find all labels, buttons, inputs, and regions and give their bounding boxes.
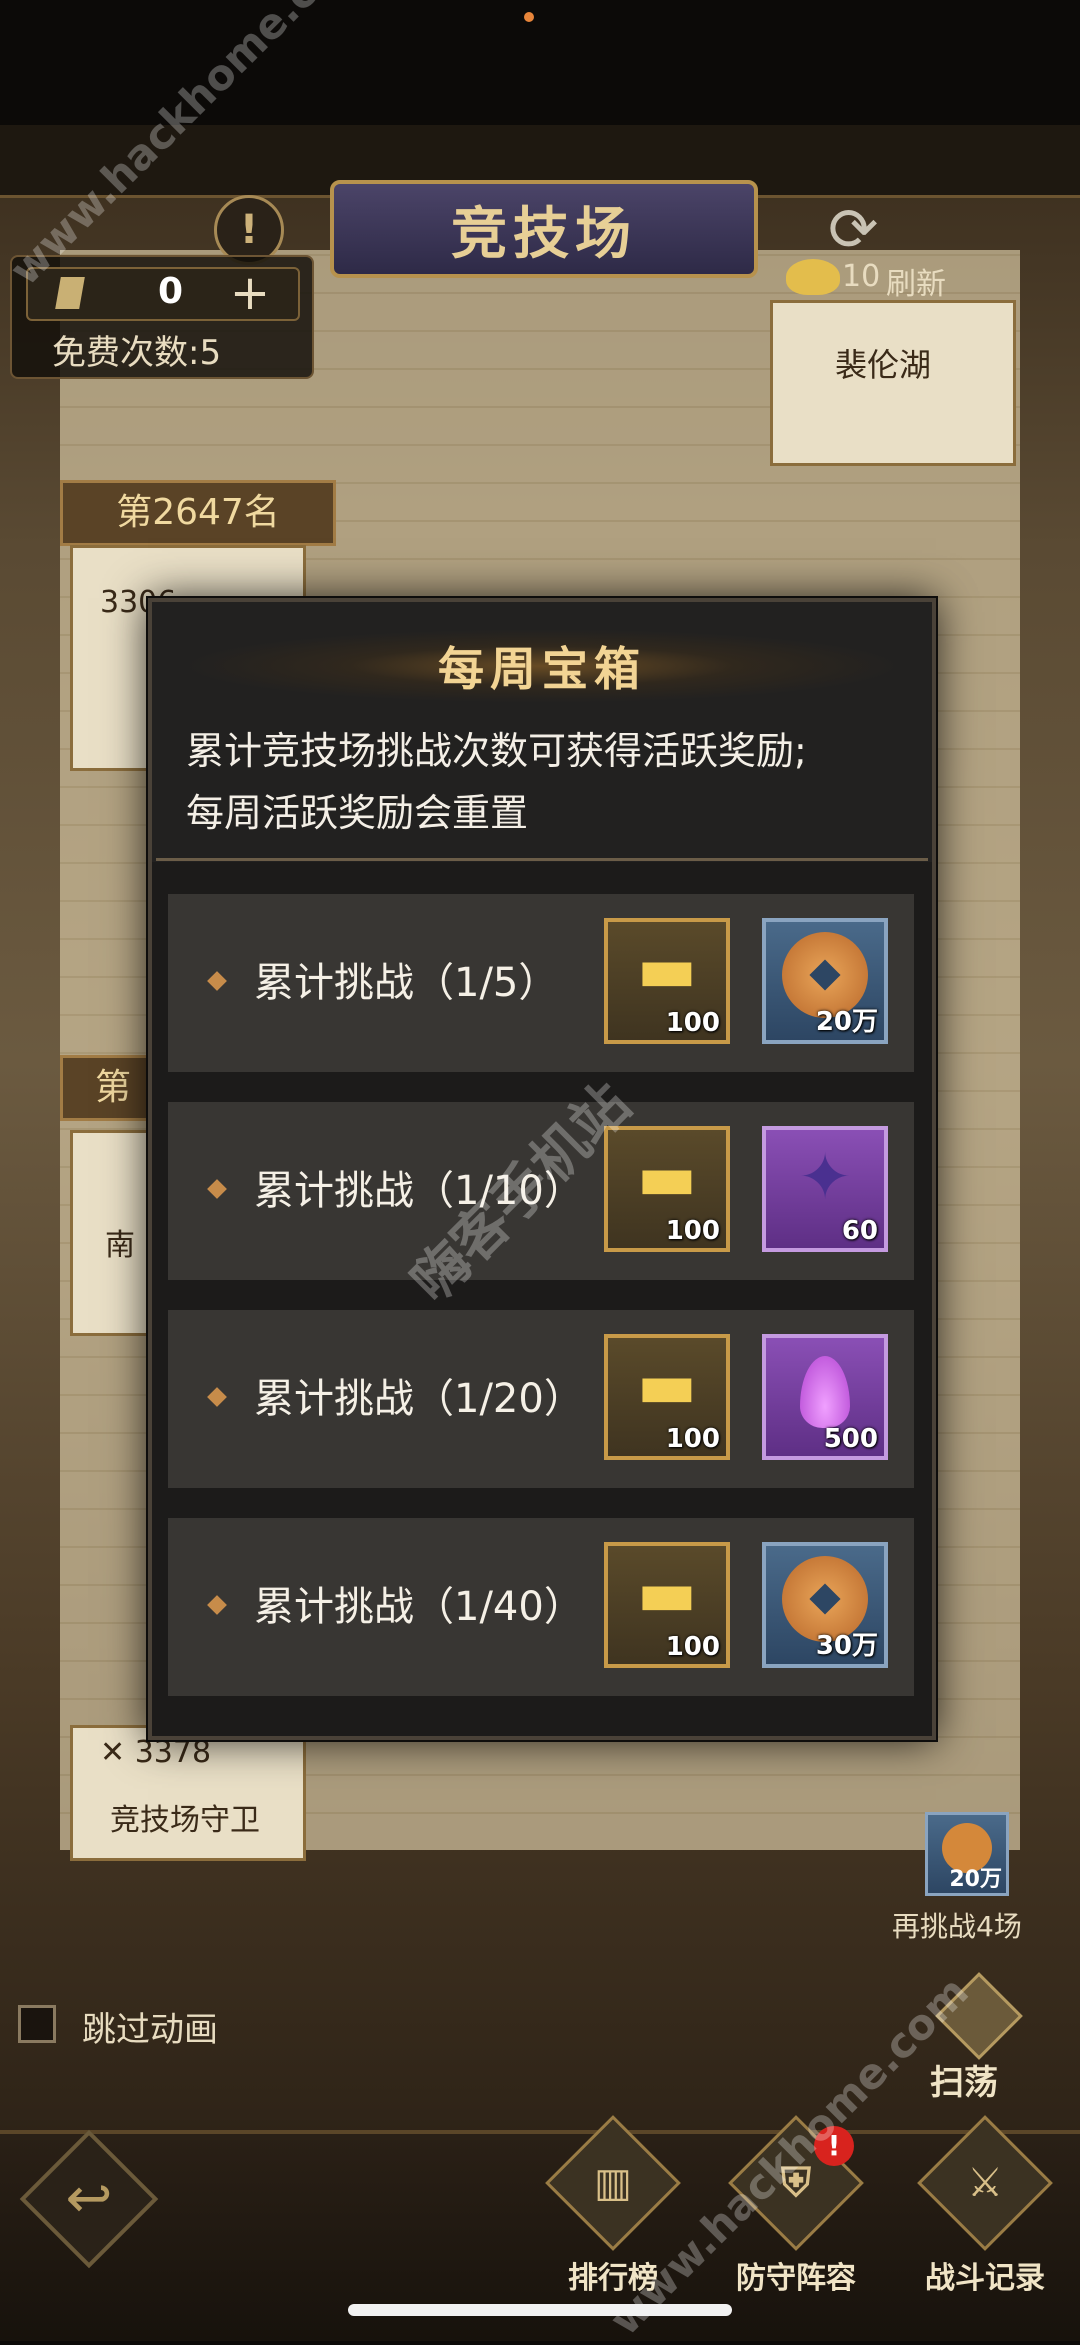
refresh-label: 刷新 bbox=[886, 267, 946, 302]
reward-qty: 100 bbox=[665, 1424, 720, 1454]
gold-ingot-icon: ▬ bbox=[636, 1349, 698, 1423]
reward-row: 累计挑战（1/20） ▬ 100 500 bbox=[168, 1310, 914, 1488]
purple-flame-icon bbox=[800, 1356, 850, 1428]
reward-qty: 500 bbox=[823, 1424, 878, 1454]
info-icon: ! bbox=[239, 207, 259, 253]
bullet-diamond-icon bbox=[207, 1595, 227, 1615]
sweep-label: 扫荡 bbox=[930, 2063, 998, 2103]
ticket-icon bbox=[55, 277, 85, 309]
opponent-power-text: 3378 bbox=[134, 1735, 212, 1770]
reward-qty: 100 bbox=[665, 1216, 720, 1246]
leaderboard-icon: ▥ bbox=[545, 2115, 681, 2251]
page-title: 竞技场 bbox=[330, 180, 758, 278]
challenge-reward-icon[interactable]: 20万 bbox=[925, 1812, 1009, 1896]
back-arrow-icon: ↩ bbox=[65, 2166, 113, 2231]
opponent-power-3: ✕ 3378 bbox=[100, 1735, 212, 1770]
reward-item[interactable]: 500 bbox=[762, 1334, 888, 1460]
gold-ingot-icon: ▬ bbox=[636, 1557, 698, 1631]
opponent-name-text: 南 bbox=[105, 1228, 135, 1263]
bullet-diamond-icon bbox=[207, 1179, 227, 1199]
reward-item[interactable]: ▬ 100 bbox=[604, 1126, 730, 1252]
reward-qty: 60 bbox=[841, 1216, 878, 1246]
bullet-diamond-icon bbox=[207, 1387, 227, 1407]
reward-row-label: 累计挑战（1/5） bbox=[254, 960, 559, 1006]
reward-qty: 100 bbox=[665, 1632, 720, 1662]
reward-item[interactable]: ▬ 100 bbox=[604, 1334, 730, 1460]
skip-animation-label: 跳过动画 bbox=[82, 2010, 218, 2050]
reward-item[interactable]: ✦ 60 bbox=[762, 1126, 888, 1252]
opponent-name-3: 竞技场守卫 bbox=[110, 1795, 260, 1839]
reward-item[interactable]: ▬ 100 bbox=[604, 918, 730, 1044]
modal-description: 累计竞技场挑战次数可获得活跃奖励; 每周活跃奖励会重置 bbox=[186, 720, 906, 844]
reward-qty: 20万 bbox=[815, 1007, 878, 1037]
challenge-remaining-text: 再挑战4场 bbox=[892, 1910, 1022, 1943]
gold-ingot-icon: ▬ bbox=[636, 1141, 698, 1215]
ticket-count: 0 bbox=[158, 271, 184, 312]
battle-log-button[interactable]: ⚔ 战斗记录 bbox=[900, 2115, 1070, 2296]
challenge-reward-qty: 20万 bbox=[949, 1867, 1002, 1892]
ticket-counter: 0 + bbox=[26, 265, 300, 321]
refresh-icon: ⟳ bbox=[828, 195, 879, 265]
battle-log-icon: ⚔ bbox=[917, 2115, 1053, 2251]
reward-qty: 30万 bbox=[815, 1631, 878, 1661]
opponent-rank-1: 第2647名 bbox=[60, 480, 336, 546]
modal-title: 每周宝箱 bbox=[152, 626, 932, 706]
right-opponent-name: 裴伦湖 bbox=[835, 340, 931, 386]
reward-row-label: 累计挑战（1/20） bbox=[254, 1376, 584, 1422]
home-indicator[interactable] bbox=[348, 2304, 732, 2316]
reward-qty: 100 bbox=[665, 1008, 720, 1038]
free-times-text: 免费次数:5 bbox=[52, 333, 222, 373]
puzzle-fragment-icon: ✦ bbox=[798, 1141, 852, 1215]
right-opponent-name-text: 裴伦湖 bbox=[835, 346, 932, 384]
reward-row-label: 累计挑战（1/40） bbox=[254, 1584, 584, 1630]
bullet-diamond-icon bbox=[207, 971, 227, 991]
opponent-name-2: 南 bbox=[105, 1220, 135, 1264]
reward-item[interactable]: 30万 bbox=[762, 1542, 888, 1668]
add-ticket-button[interactable]: + bbox=[228, 265, 272, 321]
page-title-text: 竞技场 bbox=[451, 201, 637, 267]
skip-animation-checkbox[interactable] bbox=[18, 2005, 56, 2043]
opponent-rank-text: 第2647名 bbox=[116, 492, 280, 533]
description-line-1: 累计竞技场挑战次数可获得活跃奖励; bbox=[186, 729, 807, 773]
reward-row: 累计挑战（1/40） ▬ 100 30万 bbox=[168, 1518, 914, 1696]
battle-log-label: 战斗记录 bbox=[925, 2261, 1045, 2296]
reward-row: 累计挑战（1/5） ▬ 100 20万 bbox=[168, 894, 914, 1072]
defense-lineup-label: 防守阵容 bbox=[736, 2261, 856, 2296]
opponent-name-text: 竞技场守卫 bbox=[110, 1803, 260, 1838]
opponent-rank-text: 第 bbox=[94, 1067, 131, 1108]
divider bbox=[156, 858, 928, 861]
reward-item[interactable]: ▬ 100 bbox=[604, 1542, 730, 1668]
modal-title-text: 每周宝箱 bbox=[438, 642, 646, 696]
description-line-2: 每周活跃奖励会重置 bbox=[186, 791, 529, 835]
reward-item[interactable]: 20万 bbox=[762, 918, 888, 1044]
gold-ingot-icon: ▬ bbox=[636, 933, 698, 1007]
status-indicator-dot bbox=[524, 12, 534, 22]
